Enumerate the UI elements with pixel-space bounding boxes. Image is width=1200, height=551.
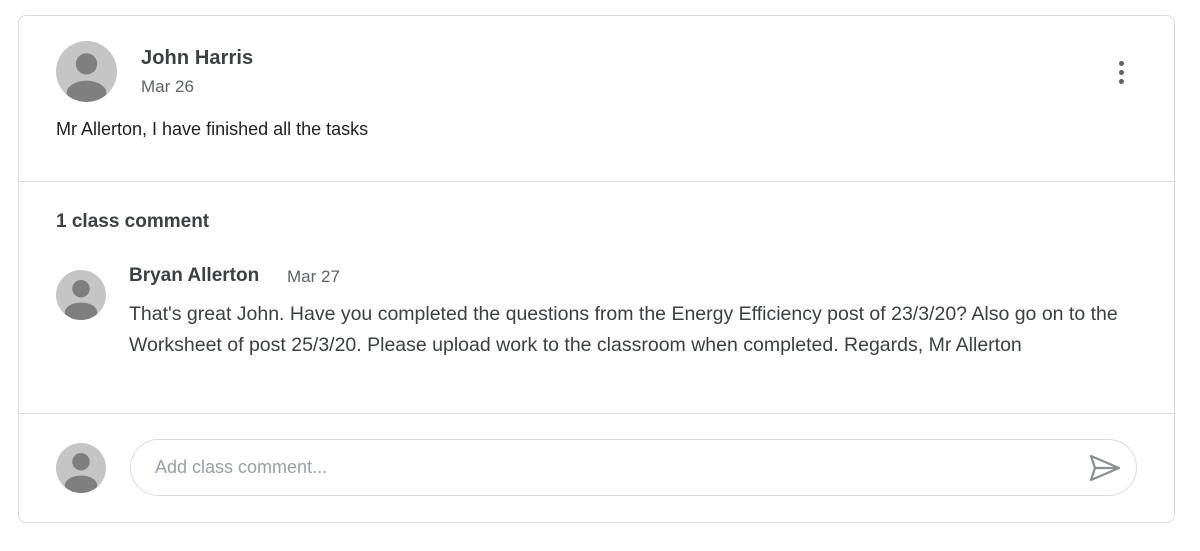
comment-text: That's great John. Have you completed th…: [129, 303, 1118, 356]
comment-date: Mar 27: [287, 267, 340, 286]
post-card: John Harris Mar 26 Mr Allerton, I have f…: [18, 15, 1175, 523]
send-comment-button[interactable]: [1088, 453, 1122, 483]
author-avatar[interactable]: [56, 41, 117, 102]
divider: [19, 413, 1174, 414]
comment-author-name[interactable]: Bryan Allerton: [129, 265, 259, 287]
add-comment-box: [130, 439, 1137, 496]
person-avatar-icon: [64, 280, 98, 320]
class-comments-count[interactable]: 1 class comment: [56, 211, 209, 233]
person-avatar-icon: [66, 53, 107, 102]
post-body-text: Mr Allerton, I have finished all the tas…: [56, 119, 369, 139]
add-comment-input[interactable]: [155, 440, 1055, 495]
commenter-avatar[interactable]: [56, 270, 106, 320]
send-icon: [1089, 454, 1121, 482]
post-date: Mar 26: [141, 77, 194, 96]
post-author-name[interactable]: John Harris: [141, 47, 253, 70]
more-vertical-icon: [1118, 60, 1124, 66]
person-avatar-icon: [64, 453, 98, 493]
current-user-avatar: [56, 443, 106, 493]
more-options-button[interactable]: [1107, 54, 1135, 90]
divider: [19, 181, 1174, 182]
